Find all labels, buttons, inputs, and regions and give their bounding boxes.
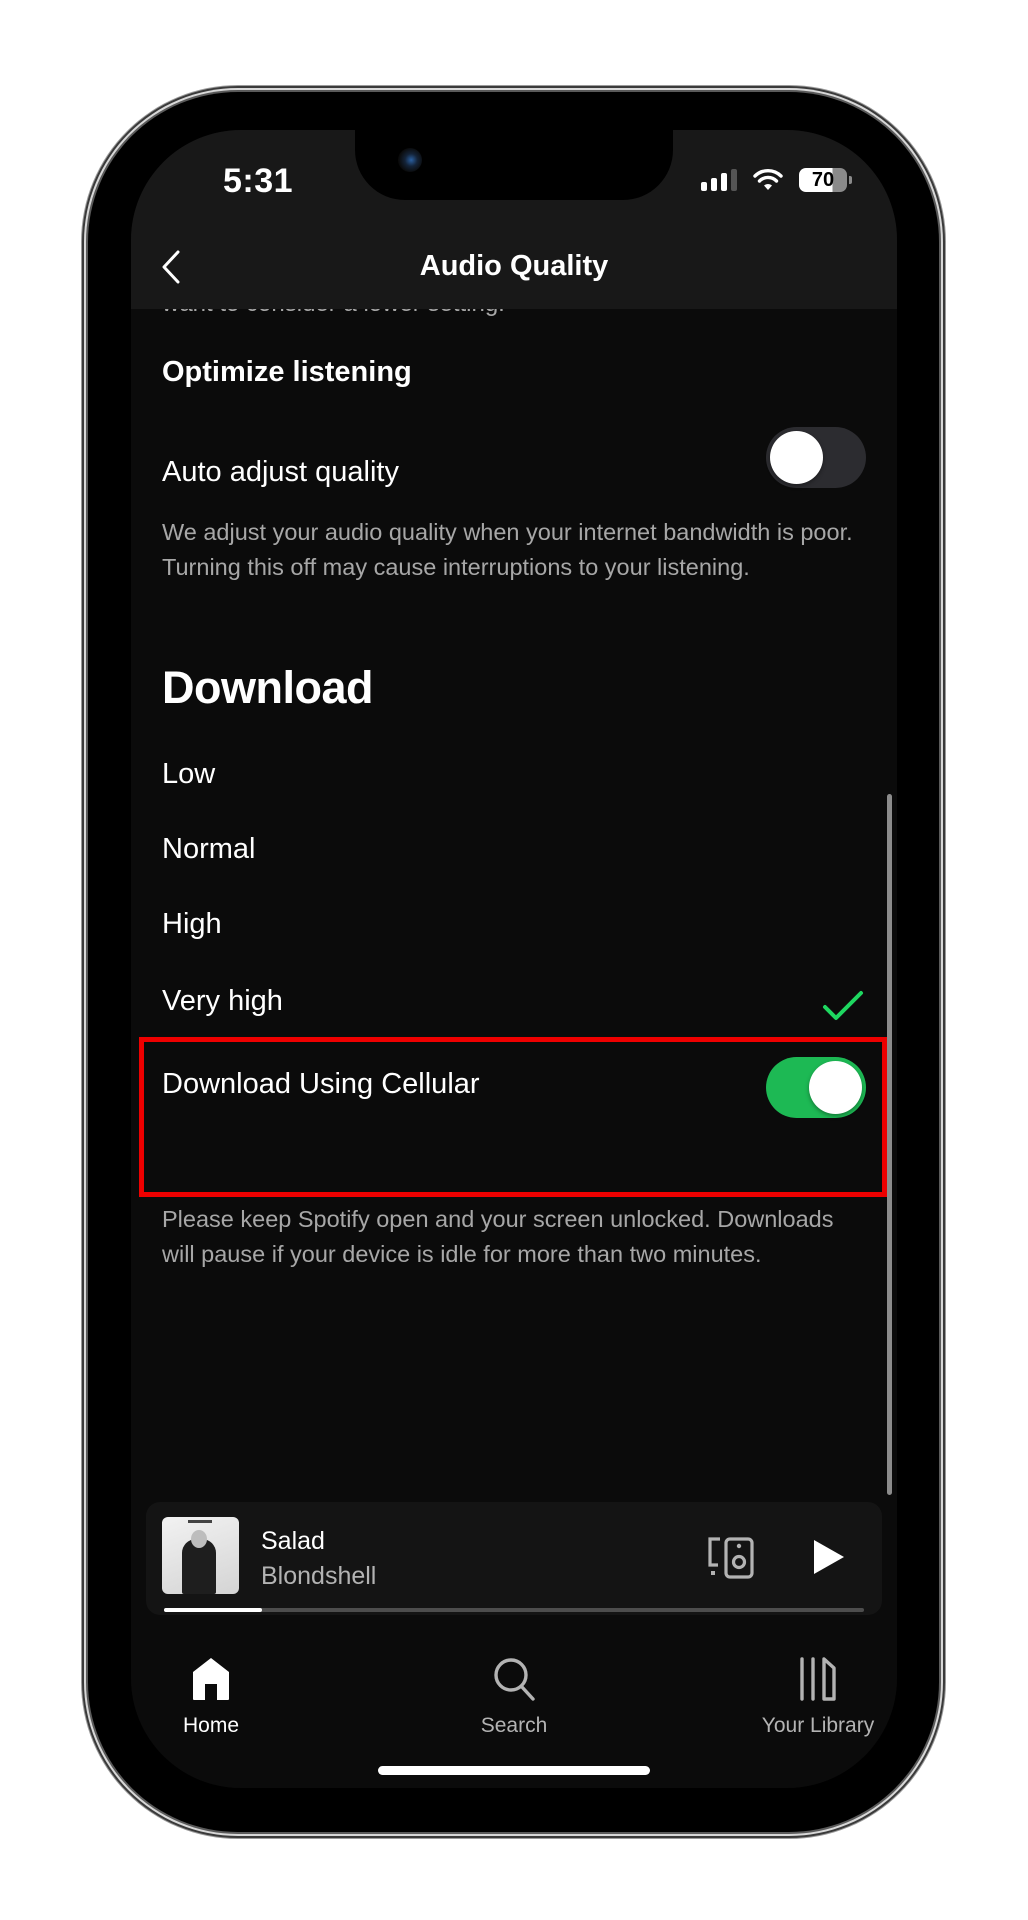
track-artist: Blondshell — [261, 1562, 377, 1590]
status-time: 5:31 — [223, 162, 294, 200]
auto-adjust-label: Auto adjust quality — [162, 456, 399, 488]
highlight-annotation-box — [139, 1037, 887, 1197]
play-icon — [814, 1540, 844, 1574]
library-icon — [800, 1657, 836, 1701]
play-button[interactable] — [811, 1538, 847, 1576]
cellular-signal-icon — [701, 169, 737, 191]
tab-home[interactable]: Home — [131, 1620, 311, 1740]
page-title: Audio Quality — [419, 250, 609, 282]
download-option-normal[interactable]: Normal — [162, 833, 255, 866]
battery-icon: 70 — [799, 168, 852, 192]
settings-content: want to consider a lower setting. Optimi… — [131, 130, 897, 1500]
auto-adjust-toggle[interactable] — [766, 427, 866, 488]
home-indicator[interactable] — [378, 1766, 650, 1775]
auto-adjust-description: We adjust your audio quality when your i… — [162, 519, 853, 580]
download-cellular-toggle[interactable] — [766, 1057, 866, 1118]
power-button — [938, 613, 946, 822]
toggle-knob — [770, 431, 823, 484]
section-heading-optimize: Optimize listening — [162, 356, 412, 388]
progress-fill — [164, 1608, 262, 1612]
search-icon — [494, 1658, 535, 1701]
phone-screen: want to consider a lower setting. Optimi… — [131, 130, 897, 1788]
front-camera — [398, 148, 422, 172]
status-icons: 70 — [701, 168, 852, 192]
checkmark-icon — [823, 991, 863, 1020]
download-cellular-label: Download Using Cellular — [162, 1068, 480, 1100]
scrollbar[interactable] — [887, 794, 892, 1495]
track-title: Salad — [261, 1527, 325, 1555]
tab-label: Home — [182, 1714, 240, 1737]
battery-percent: 70 — [811, 168, 835, 191]
home-icon — [193, 1658, 229, 1700]
mini-player[interactable]: Salad Blondshell — [146, 1502, 882, 1615]
toggle-knob — [809, 1061, 862, 1114]
tab-your-library[interactable]: Your Library — [718, 1620, 897, 1740]
tab-label: Your Library — [761, 1714, 875, 1737]
album-art — [162, 1517, 239, 1594]
download-option-high[interactable]: High — [162, 908, 222, 941]
download-option-low[interactable]: Low — [162, 758, 215, 791]
wifi-icon — [753, 169, 783, 190]
section-heading-download: Download — [162, 662, 373, 713]
dynamic-island — [355, 130, 673, 200]
tab-bar: Home Search Your Library — [131, 1620, 897, 1788]
connect-device-icon — [708, 1537, 754, 1579]
connect-device-button[interactable] — [706, 1535, 756, 1579]
download-cellular-description: Please keep Spotify open and your screen… — [162, 1206, 834, 1267]
tab-search[interactable]: Search — [414, 1620, 614, 1740]
playback-progress-bar[interactable] — [164, 1608, 864, 1612]
tab-label: Search — [480, 1714, 548, 1737]
download-option-very-high[interactable]: Very high — [162, 985, 283, 1018]
